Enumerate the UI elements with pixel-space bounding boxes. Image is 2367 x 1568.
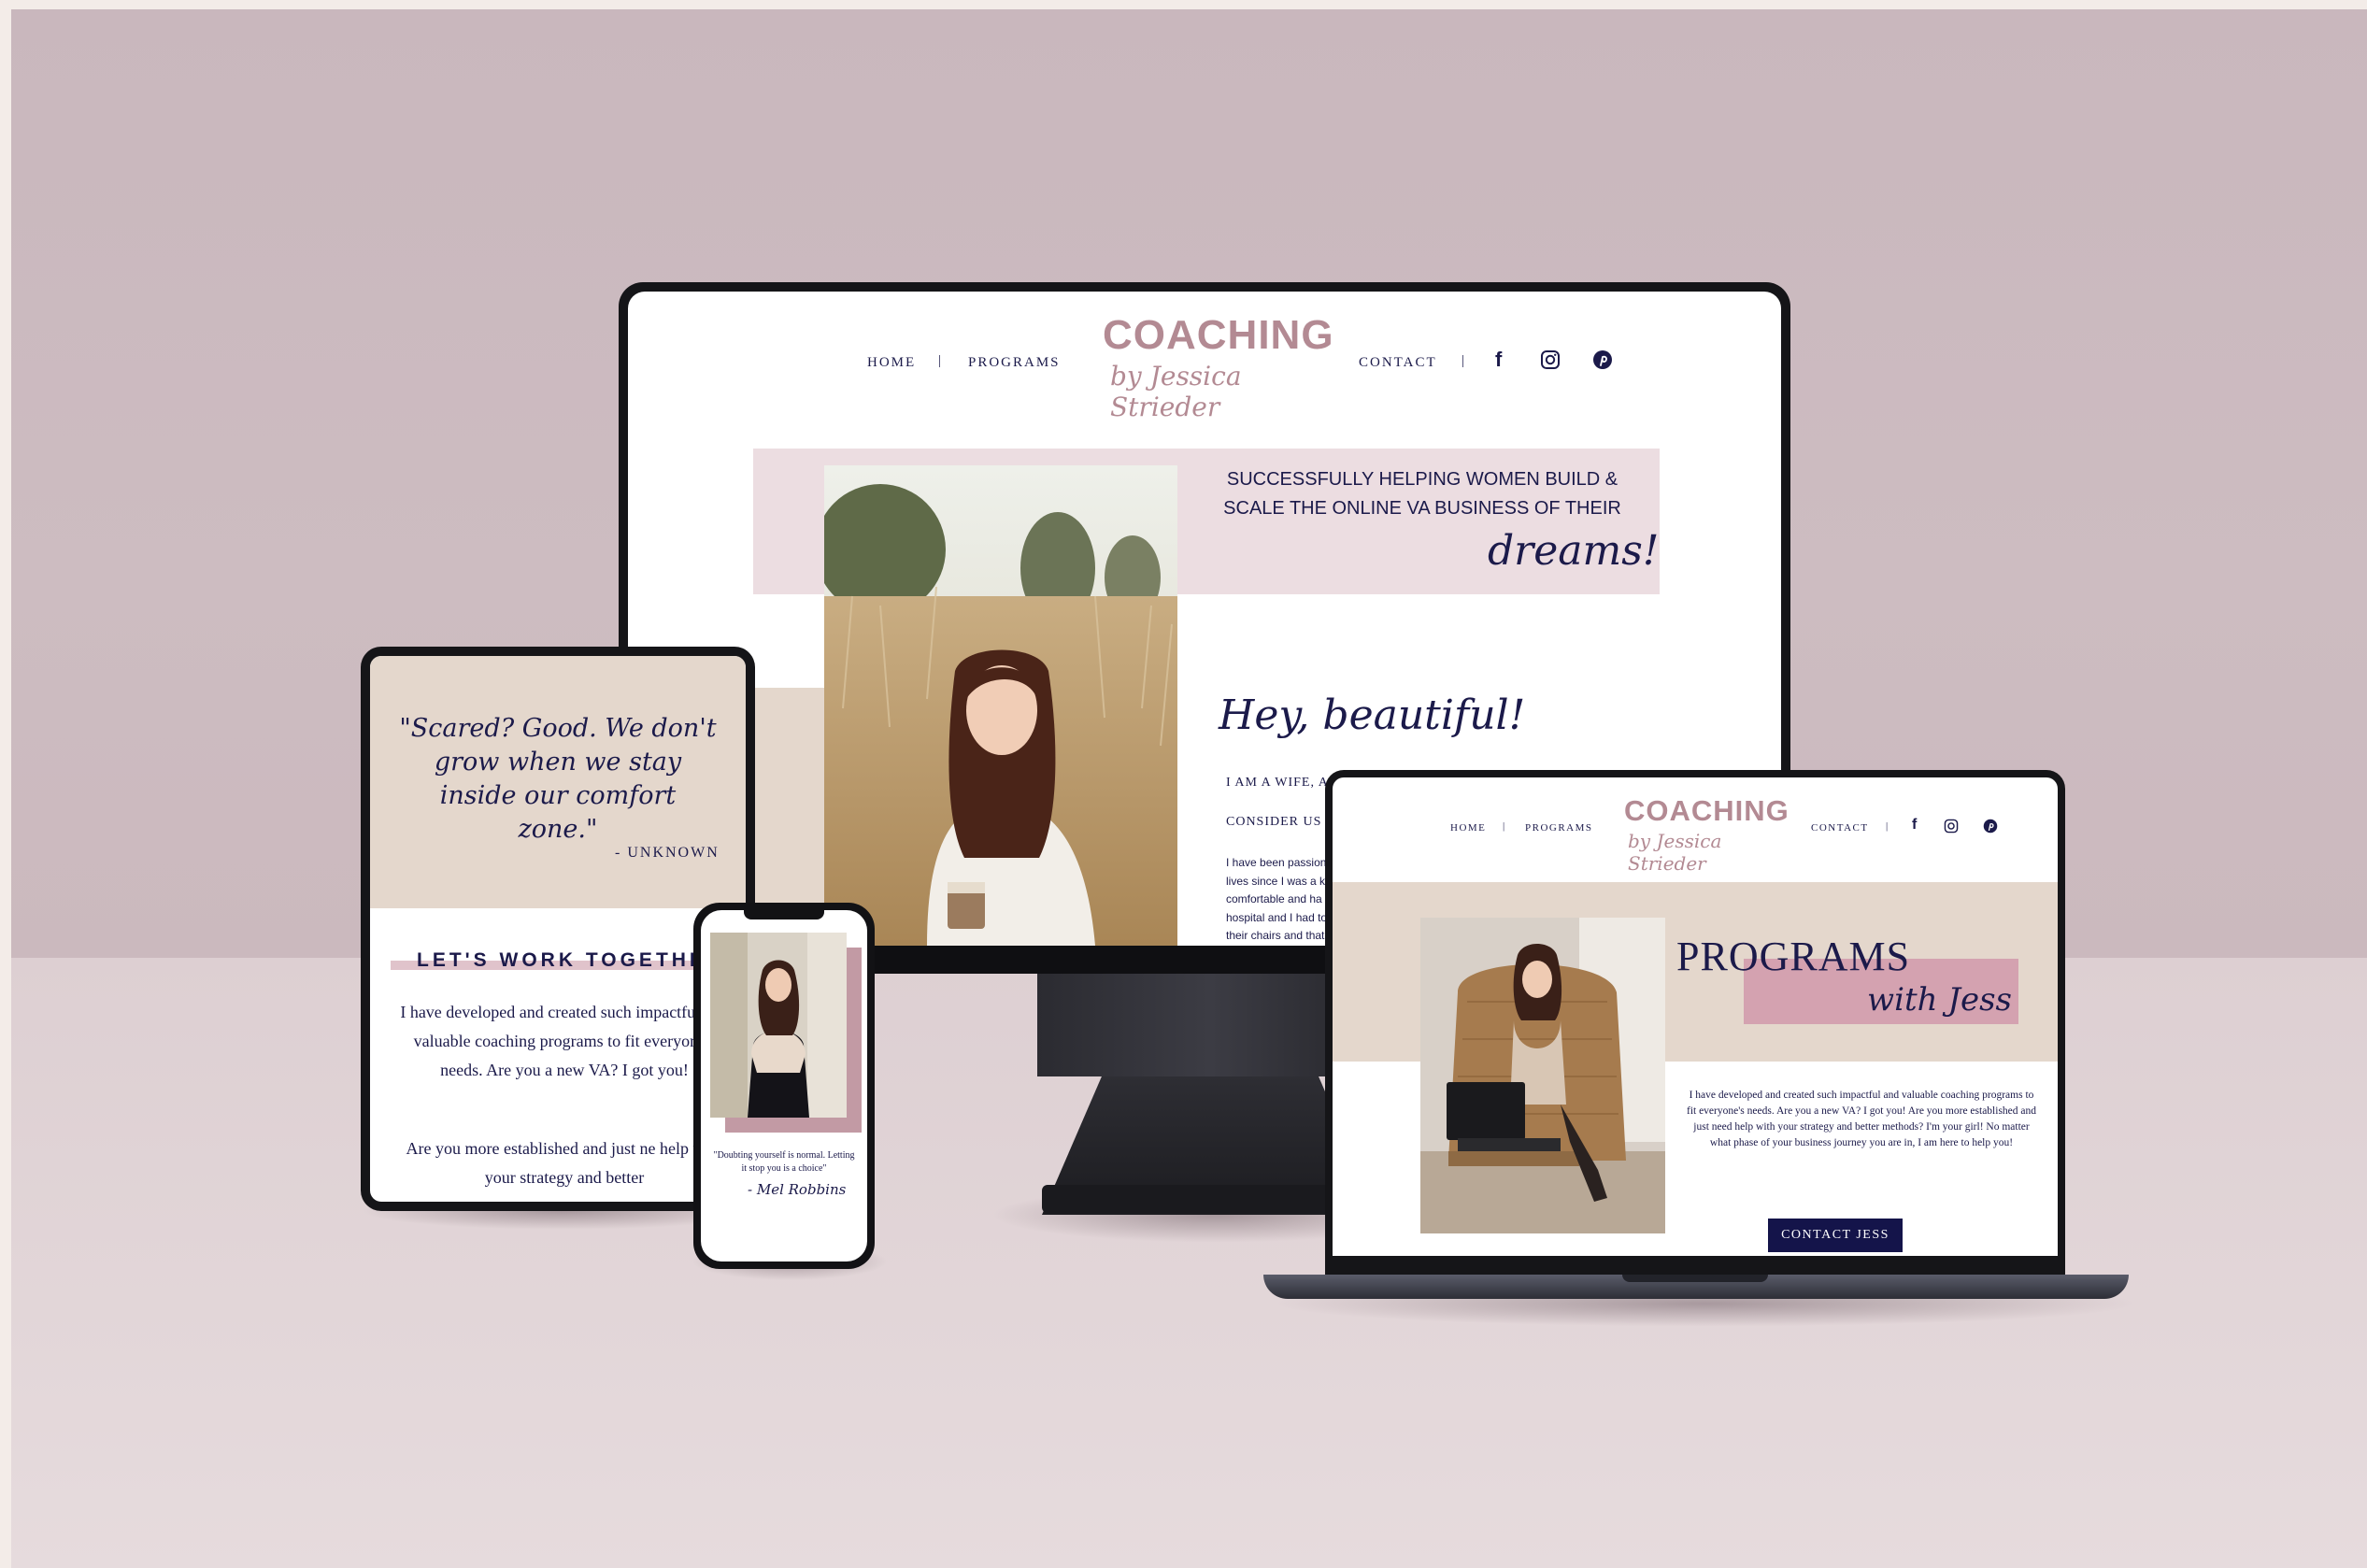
quote-attribution: - UNKNOWN (615, 845, 720, 861)
hero-heading: SUCCESSFULLY HELPING WOMEN BUILD & SCALE… (1217, 465, 1628, 523)
nav-home[interactable]: HOME (867, 355, 916, 371)
body-line: lives since I was a k (1226, 874, 1326, 888)
facebook-icon[interactable]: f (1912, 817, 1917, 834)
hero-script: dreams! (1488, 527, 1660, 575)
laptop-hinge-notch (1622, 1275, 1768, 1282)
body-line: hospital and I had to (1226, 910, 1328, 924)
instagram-icon[interactable] (1540, 349, 1561, 370)
pinterest-icon[interactable] (1592, 349, 1613, 370)
phone-signature: - Mel Robbins (748, 1181, 847, 1198)
body-line: comfortable and ha (1226, 892, 1322, 905)
greeting: Hey, beautiful! (1219, 691, 1526, 739)
logo-script: by Jessica Strieder (1628, 830, 1722, 875)
phone-quote: "Doubting yourself is normal. Letting it… (713, 1150, 855, 1174)
programs-title: PROGRAMS (1676, 934, 1911, 979)
logo[interactable]: COACHING by Jessica Strieder (1103, 312, 1336, 422)
phone-screen: "Doubting yourself is normal. Letting it… (701, 910, 867, 1262)
hero-heading-line1: SUCCESSFULLY HELPING WOMEN BUILD & (1226, 469, 1618, 490)
intro-body: I have been passion lives since I was a … (1226, 854, 1327, 946)
tablet-heading: LET'S WORK TOGETHER (417, 949, 725, 971)
body-line: I have been passion (1226, 856, 1327, 869)
nav-home[interactable]: HOME (1450, 822, 1486, 834)
tablet-screen: "Scared? Good. We don't grow when we sta… (370, 656, 746, 1202)
programs-body: I have developed and created such impact… (1686, 1090, 2037, 1148)
programs-script: with Jess (1867, 981, 2012, 1019)
tablet-quote: "Scared? Good. We don't grow when we sta… (399, 714, 717, 844)
phone-photo (710, 933, 847, 1118)
pinterest-icon[interactable] (1983, 819, 1998, 834)
nav-separator: | (938, 353, 942, 368)
nav-contact[interactable]: CONTACT (1359, 355, 1437, 371)
logo-title: COACHING (1624, 794, 1790, 827)
nav-separator: | (1503, 820, 1505, 832)
laptop-screen: HOME | PROGRAMS COACHING by Jessica Stri… (1333, 777, 2058, 1256)
nav-separator: | (1886, 820, 1889, 832)
logo[interactable]: COACHING by Jessica Strieder (1624, 794, 1789, 875)
programs-photo (1420, 918, 1665, 1233)
contact-jess-button[interactable]: CONTACT JESS (1768, 1219, 1903, 1252)
nav-separator: | (1462, 353, 1465, 368)
instagram-icon[interactable] (1944, 819, 1959, 834)
hero-photo (824, 465, 1177, 946)
nav-programs[interactable]: PROGRAMS (1525, 822, 1593, 834)
nav-programs[interactable]: PROGRAMS (968, 355, 1061, 371)
intro-line-2: CONSIDER US F (1226, 815, 1334, 829)
logo-script: by Jessica Strieder (1110, 361, 1242, 422)
hero-heading-line2: SCALE THE ONLINE VA BUSINESS OF THEIR (1223, 498, 1621, 519)
tablet-paragraph-1: I have developed and created such impact… (400, 1003, 729, 1079)
facebook-icon[interactable]: f (1495, 348, 1502, 372)
tablet-paragraph-2: Are you more established and just ne hel… (406, 1139, 723, 1187)
nav-contact[interactable]: CONTACT (1811, 822, 1869, 834)
phone-notch (744, 910, 824, 919)
logo-title: COACHING (1103, 312, 1334, 358)
body-line: their chairs and that (1226, 929, 1325, 942)
